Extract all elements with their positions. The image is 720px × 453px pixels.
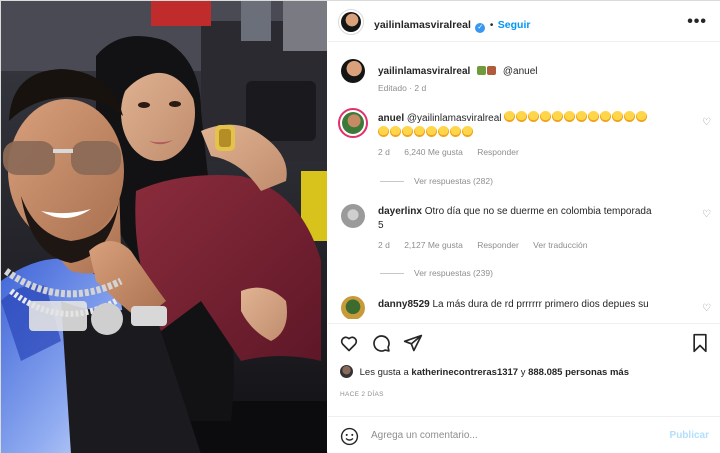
- comment-likes[interactable]: 6,240 Me gusta: [404, 147, 463, 157]
- likes-summary: Les gusta a katherinecontreras1317 y 888…: [340, 365, 629, 378]
- comment-avatar[interactable]: [341, 296, 365, 319]
- comment-username[interactable]: dayerlinx: [378, 206, 422, 217]
- caption-edited: Editado · 2 d: [378, 83, 427, 93]
- couple-emoji-icon-2: [487, 66, 497, 75]
- likes-count[interactable]: 888.085 personas más: [528, 367, 629, 378]
- liker-username[interactable]: katherinecontreras1317: [411, 367, 518, 378]
- comment-mention[interactable]: @yailinlamasviralreal: [407, 113, 502, 124]
- author-line: yailinlamasviralreal ✓ • Seguir: [374, 15, 530, 33]
- post-time-ago[interactable]: HACE 2 DÍAS: [340, 391, 384, 398]
- comment-like-heart-icon[interactable]: ♡: [702, 117, 711, 128]
- post-side-panel: yailinlamasviralreal ✓ • Seguir ••• yail…: [328, 1, 720, 453]
- reply-button[interactable]: Responder: [477, 147, 519, 157]
- caption-username[interactable]: yailinlamasviralreal: [378, 66, 470, 77]
- caption: yailinlamasviralreal @anuel: [378, 61, 713, 79]
- separator-dot: •: [489, 20, 494, 31]
- post-photo[interactable]: [1, 1, 327, 453]
- reply-button[interactable]: Responder: [477, 240, 519, 250]
- post-actions: [328, 323, 720, 361]
- view-replies-link[interactable]: Ver respuestas (282): [380, 176, 493, 186]
- comment-meta: 2 d 2,127 Me gusta Responder Ver traducc…: [378, 240, 600, 250]
- comment-anuel: anuel @yailinlamasviralreal: [378, 111, 691, 141]
- comment-dayerlinx: dayerlinx Otro día que no se duerme en c…: [378, 205, 691, 233]
- photo-illustration: [1, 1, 327, 453]
- bookmark-icon[interactable]: [691, 333, 709, 353]
- likes-prefix: Les gusta a: [359, 367, 409, 378]
- likes-conjunction: y: [520, 367, 526, 378]
- couple-emoji-icon: [477, 66, 487, 75]
- comment-time: 2 d: [378, 147, 390, 157]
- post-modal: yailinlamasviralreal ✓ • Seguir ••• yail…: [0, 0, 720, 453]
- publish-button[interactable]: Publicar: [670, 430, 709, 441]
- comment-time: 2 d: [378, 240, 390, 250]
- heart-icon[interactable]: [339, 333, 359, 353]
- author-avatar[interactable]: [341, 12, 361, 32]
- post-header: yailinlamasviralreal ✓ • Seguir •••: [328, 1, 720, 42]
- caption-author-avatar[interactable]: [341, 59, 365, 83]
- comment-danny8529: danny8529 La más dura de rd prrrrrr prim…: [378, 298, 691, 312]
- comment-composer: Agrega un comentario... Publicar: [328, 416, 720, 453]
- comment-input[interactable]: Agrega un comentario...: [371, 430, 478, 441]
- paper-plane-icon[interactable]: [403, 333, 423, 353]
- comment-avatar[interactable]: [342, 112, 364, 134]
- comments-scroll-area[interactable]: yailinlamasviralreal @anuel Editado · 2 …: [328, 43, 720, 319]
- comment-text-cont: 5: [378, 220, 384, 231]
- comment-likes[interactable]: 2,127 Me gusta: [404, 240, 463, 250]
- follow-button[interactable]: Seguir: [498, 19, 531, 31]
- comment-username[interactable]: anuel: [378, 113, 404, 124]
- view-replies-link[interactable]: Ver respuestas (239): [380, 268, 493, 278]
- comment-username[interactable]: danny8529: [378, 299, 430, 310]
- comment-like-heart-icon[interactable]: ♡: [702, 209, 711, 220]
- emoji-row-2: [378, 126, 691, 141]
- comment-avatar[interactable]: [341, 204, 365, 228]
- verified-badge-icon: ✓: [475, 23, 486, 33]
- emoji-row-1: [504, 111, 648, 124]
- more-options-icon[interactable]: •••: [687, 13, 707, 31]
- comment-meta: 2 d 6,240 Me gusta Responder: [378, 147, 531, 157]
- liker-avatar[interactable]: [340, 365, 353, 378]
- author-username[interactable]: yailinlamasviralreal: [374, 19, 471, 31]
- comment-icon[interactable]: [371, 333, 391, 353]
- smiley-icon[interactable]: [340, 427, 359, 446]
- caption-mention[interactable]: @anuel: [503, 66, 538, 77]
- comment-text: La más dura de rd prrrrrr primero dios d…: [432, 299, 649, 310]
- comment-like-heart-icon[interactable]: ♡: [702, 303, 711, 314]
- translate-button[interactable]: Ver traducción: [533, 240, 587, 250]
- comment-text: Otro día que no se duerme en colombia te…: [424, 206, 652, 217]
